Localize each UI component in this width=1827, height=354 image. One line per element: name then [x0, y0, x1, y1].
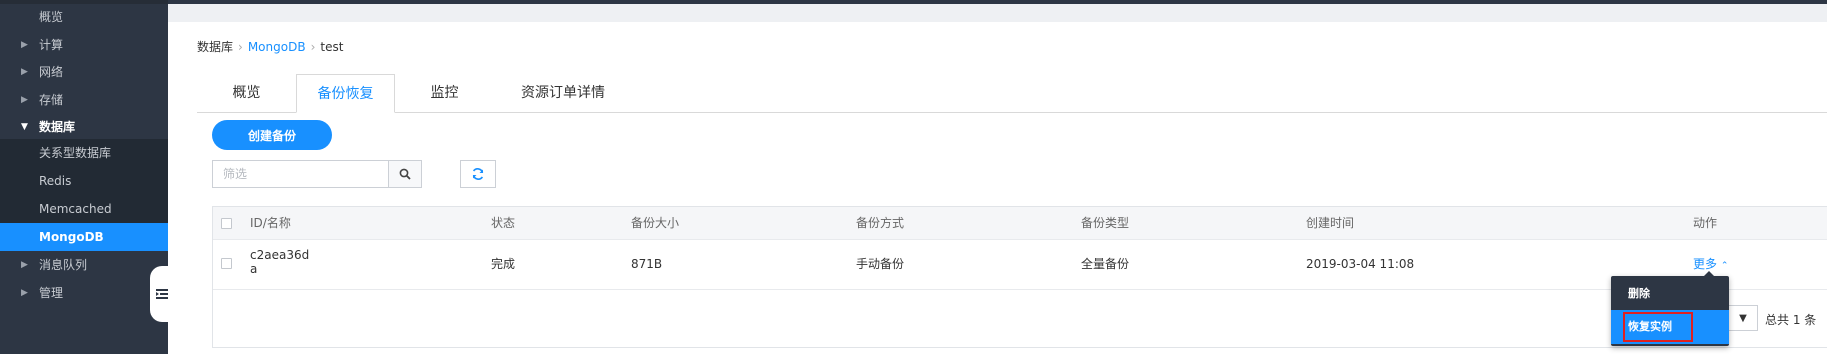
table-header: ID/名称 状态 备份大小 备份方式 备份类型 创建时间 动作: [213, 207, 1827, 240]
header-backup-method[interactable]: 备份方式: [856, 207, 904, 239]
caret-right-icon: ▶: [21, 67, 28, 77]
sidebar-item-mongodb[interactable]: MongoDB: [0, 223, 168, 251]
select-all-checkbox[interactable]: [221, 218, 232, 229]
sidebar-item-redis[interactable]: Redis: [0, 167, 168, 195]
table-row: c2aea36d a 完成 871B 手动备份 全量备份 2019-03-04 …: [213, 239, 1827, 290]
backup-table: ID/名称 状态 备份大小 备份方式 备份类型 创建时间 动作 c2aea36d…: [212, 206, 1827, 348]
search-button[interactable]: [388, 161, 421, 187]
sidebar-item-relational-db[interactable]: 关系型数据库: [0, 139, 168, 167]
caret-down-icon: ▼: [1739, 312, 1747, 324]
sidebar: 概览 ▶ 计算 ▶ 网络 ▶ 存储 ▼ 数据库 关系型数据库 Redis Mem…: [0, 0, 168, 354]
caret-right-icon: ▶: [21, 40, 28, 50]
sidebar-item-label: 管理: [39, 286, 64, 300]
top-bar: [168, 0, 1827, 4]
breadcrumb-service-link[interactable]: MongoDB: [248, 40, 306, 54]
sidebar-item-label: 概览: [39, 10, 64, 24]
sidebar-item-label: Redis: [39, 174, 72, 188]
breadcrumb-root[interactable]: 数据库: [197, 40, 233, 54]
backup-id[interactable]: c2aea36d a: [250, 248, 309, 276]
header-status[interactable]: 状态: [491, 207, 515, 239]
filter-input[interactable]: [213, 161, 388, 187]
breadcrumb-separator: ›: [310, 40, 316, 54]
restore-instance-menu-item[interactable]: 恢复实例: [1611, 310, 1729, 344]
filter-box: [212, 160, 422, 188]
page-size-select[interactable]: ▼: [1728, 305, 1758, 331]
pagination-total: 总共 1 条: [1765, 313, 1817, 327]
backup-size: 871B: [631, 257, 663, 271]
sidebar-item-label: MongoDB: [39, 230, 104, 244]
caret-down-icon: ▼: [21, 122, 28, 132]
dropdown-arrow: [1703, 271, 1715, 277]
more-actions-label: 更多: [1693, 257, 1718, 271]
tab-backup-restore[interactable]: 备份恢复: [296, 74, 395, 113]
create-backup-button[interactable]: 创建备份: [212, 120, 332, 150]
header-backup-size[interactable]: 备份大小: [631, 207, 679, 239]
backup-id-line: c2aea36d: [250, 248, 310, 262]
sidebar-item-network[interactable]: ▶ 网络: [0, 57, 168, 87]
sidebar-item-message-queue[interactable]: ▶ 消息队列: [0, 250, 168, 280]
caret-right-icon: ▶: [21, 260, 28, 270]
sidebar-item-management[interactable]: ▶ 管理: [0, 278, 168, 308]
tab-overview[interactable]: 概览: [197, 74, 296, 112]
breadcrumb: 数据库 › MongoDB › test: [197, 38, 343, 55]
tab-bar: 概览 备份恢复 监控 资源订单详情: [197, 74, 1827, 113]
search-icon: [399, 168, 411, 180]
menu-item-label: 删除: [1628, 287, 1650, 300]
backup-type: 全量备份: [1081, 257, 1130, 271]
header-id-name[interactable]: ID/名称: [250, 207, 291, 239]
sidebar-item-label: 数据库: [39, 120, 76, 134]
highlight-box: [1623, 312, 1693, 342]
sidebar-item-database[interactable]: ▼ 数据库: [0, 112, 168, 142]
chevron-up-icon: ⌃: [1720, 261, 1729, 271]
sidebar-item-label: 关系型数据库: [39, 146, 112, 160]
header-created-time[interactable]: 创建时间: [1306, 207, 1354, 239]
tab-resource-order-details[interactable]: 资源订单详情: [494, 74, 632, 112]
sidebar-item-compute[interactable]: ▶ 计算: [0, 30, 168, 60]
tab-monitoring[interactable]: 监控: [395, 74, 494, 112]
collapse-menu-icon: [156, 289, 168, 299]
header-action: 动作: [1693, 216, 1718, 230]
sidebar-item-label: 存储: [39, 93, 64, 107]
sidebar-item-label: 网络: [39, 65, 64, 79]
breadcrumb-separator: ›: [238, 40, 243, 54]
refresh-icon: [472, 168, 484, 180]
caret-right-icon: ▶: [21, 95, 28, 105]
refresh-button[interactable]: [460, 160, 496, 188]
sidebar-item-memcached[interactable]: Memcached: [0, 195, 168, 223]
more-actions-dropdown: 删除 恢复实例: [1611, 271, 1729, 346]
backup-created-time: 2019-03-04 11:08: [1306, 257, 1415, 271]
backup-status: 完成: [491, 257, 516, 271]
row-checkbox[interactable]: [221, 258, 232, 269]
sidebar-item-label: 计算: [39, 38, 64, 52]
sidebar-item-label: 消息队列: [39, 258, 88, 272]
sidebar-item-storage[interactable]: ▶ 存储: [0, 85, 168, 115]
caret-right-icon: ▶: [21, 288, 28, 298]
sidebar-item-overview[interactable]: 概览: [0, 2, 168, 32]
backup-id-line: a: [250, 262, 258, 276]
delete-menu-item[interactable]: 删除: [1611, 278, 1729, 310]
breadcrumb-current: test: [320, 40, 344, 54]
backup-method: 手动备份: [856, 257, 905, 271]
sidebar-item-label: Memcached: [39, 202, 112, 216]
header-backup-type[interactable]: 备份类型: [1081, 207, 1129, 239]
